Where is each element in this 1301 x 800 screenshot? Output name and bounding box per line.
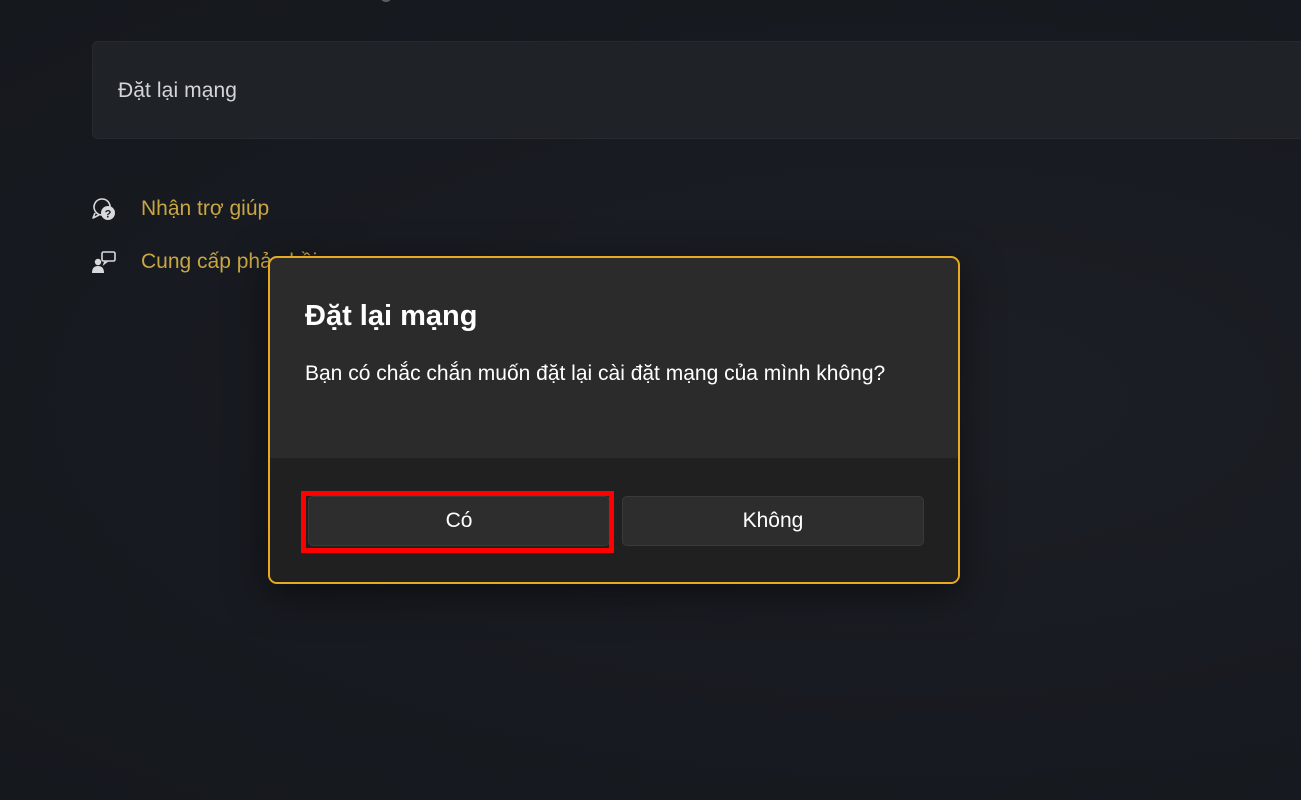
network-reset-card-label: Đặt lại mạng	[118, 79, 238, 102]
get-help-label: Nhận trợ giúp	[141, 197, 270, 220]
yes-button[interactable]: Có	[308, 496, 610, 546]
dialog-title: Đặt lại mạng	[305, 300, 478, 332]
no-button[interactable]: Không	[622, 496, 924, 546]
get-help-link[interactable]: ? Nhận trợ giúp	[90, 195, 269, 223]
dialog-message: Bạn có chắc chắn muốn đặt lại cài đặt mạ…	[305, 362, 886, 385]
feedback-person-icon	[90, 248, 118, 276]
settings-page: Đặt lại mạng ? Nhận trợ giúp Cung cấp ph…	[0, 0, 1301, 800]
svg-text:?: ?	[105, 209, 112, 221]
network-reset-dialog: Đặt lại mạng Bạn có chắc chắn muốn đặt l…	[268, 256, 960, 584]
network-reset-card[interactable]: Đặt lại mạng	[92, 41, 1301, 139]
dialog-footer: Có Không	[270, 458, 958, 582]
cropped-heading-glyph	[380, 0, 392, 2]
help-chat-icon: ?	[90, 195, 118, 223]
